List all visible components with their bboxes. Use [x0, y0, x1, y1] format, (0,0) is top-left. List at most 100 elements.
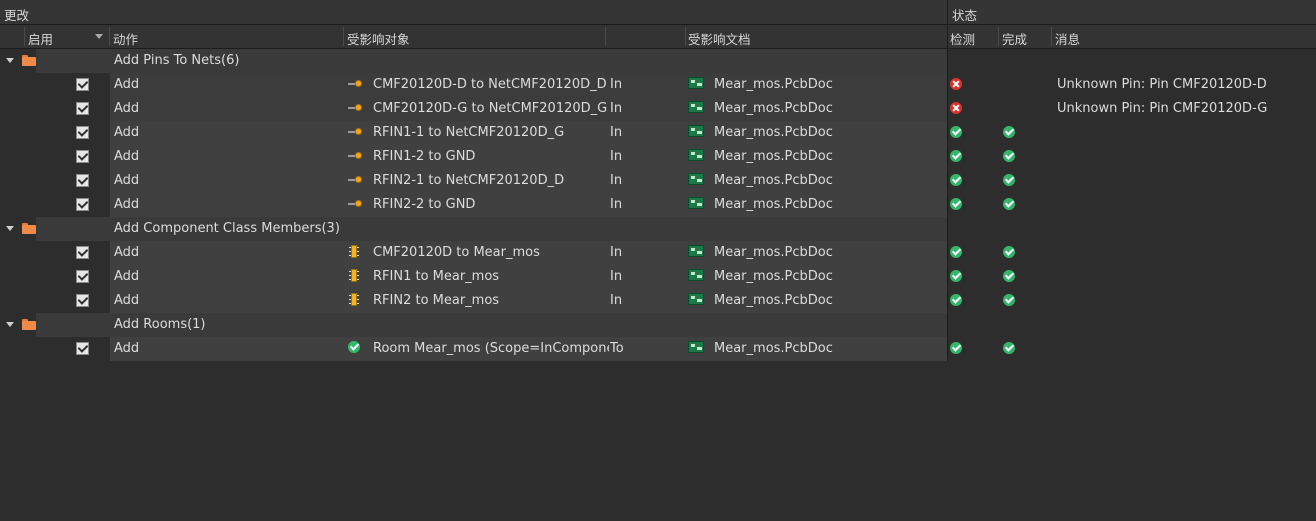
direction-cell: In	[610, 293, 623, 308]
pcb-document-icon	[688, 173, 704, 185]
check-ok-icon	[950, 342, 962, 354]
check-ok-icon	[950, 126, 962, 138]
pcb-document-icon	[688, 245, 704, 257]
action-cell: Add	[114, 341, 140, 356]
done-ok-icon	[1003, 294, 1015, 306]
enable-checkbox[interactable]	[76, 246, 89, 259]
enable-checkbox[interactable]	[76, 294, 89, 307]
done-ok-icon	[1003, 174, 1015, 186]
direction-cell: In	[610, 173, 623, 188]
pcb-document-icon	[688, 341, 704, 353]
group-label: Add Pins To Nets(6)	[114, 53, 240, 68]
enable-checkbox[interactable]	[76, 126, 89, 139]
group-row[interactable]: Add Pins To Nets(6)	[0, 49, 1316, 73]
action-cell: Add	[114, 245, 140, 260]
enable-checkbox[interactable]	[76, 78, 89, 91]
collapse-arrow-icon[interactable]	[6, 58, 14, 63]
folder-icon	[22, 55, 36, 66]
done-ok-icon	[1003, 246, 1015, 258]
change-row[interactable]: Add CMF20120D to Mear_mos In Mear_mos.PcbDo…	[0, 241, 1316, 265]
changes-group-title: 更改	[4, 8, 30, 23]
check-ok-icon	[950, 294, 962, 306]
action-cell: Add	[114, 197, 140, 212]
action-cell: Add	[114, 173, 140, 188]
direction-cell: In	[610, 125, 623, 140]
enable-checkbox[interactable]	[76, 270, 89, 283]
pin-icon	[348, 77, 362, 89]
affected-object-cell: CMF20120D-D to NetCMF20120D_D	[373, 77, 607, 92]
check-ok-icon	[950, 150, 962, 162]
change-row[interactable]: Add RFIN2 to Mear_mos In Mear_mos.PcbDoc	[0, 289, 1316, 313]
change-row[interactable]: Add RFIN2-2 to GND In Mear_mos.PcbDoc	[0, 193, 1316, 217]
done-ok-icon	[1003, 342, 1015, 354]
column-separator	[343, 27, 344, 46]
affected-object-cell: RFIN1 to Mear_mos	[373, 269, 500, 284]
collapse-arrow-icon[interactable]	[6, 226, 14, 231]
direction-cell: In	[610, 101, 623, 116]
pin-icon	[348, 101, 362, 113]
column-header-bar: 启用 动作 受影响对象 受影响文档 检测 完成 消息	[0, 25, 1316, 49]
column-separator	[605, 27, 606, 46]
changes-group-header: 更改	[0, 0, 947, 25]
column-separator	[109, 27, 110, 46]
pcb-document-icon	[688, 125, 704, 137]
pcb-document-icon	[688, 77, 704, 89]
change-row[interactable]: Add Room Mear_mos (Scope=InComponer To Mear…	[0, 337, 1316, 361]
action-cell: Add	[114, 269, 140, 284]
affected-object-cell: RFIN2-1 to NetCMF20120D_D	[373, 173, 565, 188]
direction-cell: In	[610, 269, 623, 284]
action-cell: Add	[114, 125, 140, 140]
change-row[interactable]: Add RFIN1-1 to NetCMF20120D_G In Mear_mos.P…	[0, 121, 1316, 145]
change-row[interactable]: Add RFIN2-1 to NetCMF20120D_D In Mear_mos.P…	[0, 169, 1316, 193]
folder-icon	[22, 319, 36, 330]
status-group-header: 状态	[948, 0, 1316, 25]
change-row[interactable]: Add RFIN1-2 to GND In Mear_mos.PcbDoc	[0, 145, 1316, 169]
component-icon	[349, 245, 359, 258]
affected-document-cell: Mear_mos.PcbDoc	[714, 77, 833, 92]
done-ok-icon	[1003, 198, 1015, 210]
affected-object-cell: RFIN1-2 to GND	[373, 149, 476, 164]
sort-down-icon[interactable]	[95, 34, 103, 39]
collapse-arrow-icon[interactable]	[6, 322, 14, 327]
col-affected-object[interactable]: 受影响对象	[347, 29, 410, 48]
action-cell: Add	[114, 77, 140, 92]
col-enable[interactable]: 启用	[28, 29, 53, 48]
affected-object-cell: RFIN2-2 to GND	[373, 197, 476, 212]
affected-document-cell: Mear_mos.PcbDoc	[714, 197, 833, 212]
message-cell: Unknown Pin: Pin CMF20120D-D	[1057, 77, 1267, 92]
enable-checkbox[interactable]	[76, 174, 89, 187]
direction-cell: In	[610, 77, 623, 92]
enable-checkbox[interactable]	[76, 102, 89, 115]
pcb-document-icon	[688, 149, 704, 161]
component-icon	[349, 293, 359, 306]
col-message[interactable]: 消息	[1055, 29, 1080, 48]
affected-document-cell: Mear_mos.PcbDoc	[714, 269, 833, 284]
pin-icon	[348, 197, 362, 209]
affected-document-cell: Mear_mos.PcbDoc	[714, 341, 833, 356]
done-ok-icon	[1003, 150, 1015, 162]
affected-object-cell: RFIN1-1 to NetCMF20120D_G	[373, 125, 565, 140]
done-ok-icon	[1003, 126, 1015, 138]
pin-icon	[348, 173, 362, 185]
check-ok-icon	[950, 246, 962, 258]
status-group-title: 状态	[952, 8, 978, 23]
enable-checkbox[interactable]	[76, 150, 89, 163]
column-separator	[685, 27, 686, 46]
change-row[interactable]: Add RFIN1 to Mear_mos In Mear_mos.PcbDoc	[0, 265, 1316, 289]
affected-object-cell: Room Mear_mos (Scope=InComponer	[373, 341, 609, 356]
pin-icon	[348, 149, 362, 161]
group-row[interactable]: Add Component Class Members(3)	[0, 217, 1316, 241]
col-action[interactable]: 动作	[113, 29, 138, 48]
enable-checkbox[interactable]	[76, 342, 89, 355]
group-row[interactable]: Add Rooms(1)	[0, 313, 1316, 337]
direction-cell: To	[610, 341, 624, 356]
enable-checkbox[interactable]	[76, 198, 89, 211]
column-separator	[998, 27, 999, 46]
change-row[interactable]: Add CMF20120D-G to NetCMF20120D_G In Mear_m…	[0, 97, 1316, 121]
affected-document-cell: Mear_mos.PcbDoc	[714, 173, 833, 188]
col-check[interactable]: 检测	[950, 29, 975, 48]
pcb-document-icon	[688, 101, 704, 113]
col-done[interactable]: 完成	[1002, 29, 1027, 48]
change-row[interactable]: Add CMF20120D-D to NetCMF20120D_D In Mear_m…	[0, 73, 1316, 97]
col-affected-document[interactable]: 受影响文档	[688, 29, 751, 48]
